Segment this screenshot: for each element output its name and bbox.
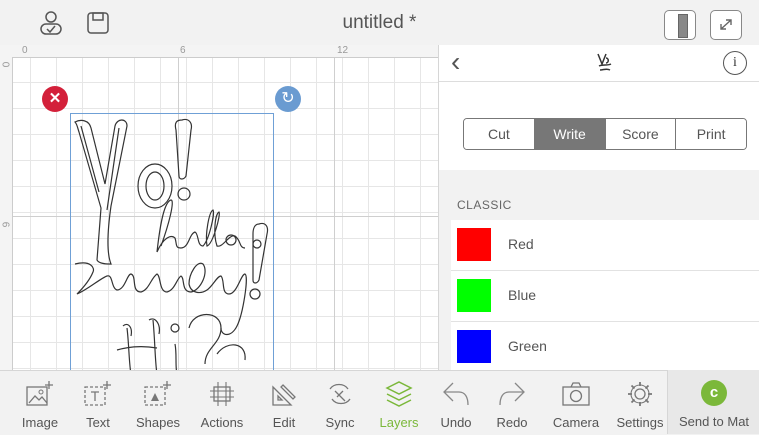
grid-major-line bbox=[334, 57, 335, 370]
pen-label: Red bbox=[508, 236, 534, 252]
operation-selector-area: Cut Write Score Print bbox=[439, 82, 759, 170]
operation-panel: ‹ i Cut Write Score Print CLASSIC Red Bl… bbox=[438, 45, 759, 373]
tab-score[interactable]: Score bbox=[604, 119, 676, 149]
ruler-label: 0 bbox=[22, 45, 28, 56]
shapes-add-icon bbox=[144, 381, 171, 406]
split-view-button[interactable] bbox=[664, 10, 696, 40]
edit-icon bbox=[272, 384, 296, 406]
undo-button[interactable]: Undo bbox=[438, 371, 474, 435]
layers-icon bbox=[385, 381, 413, 407]
rotate-button[interactable]: ↻ bbox=[275, 86, 301, 112]
panel-header: ‹ i bbox=[439, 45, 759, 82]
ruler-horizontal: 0 6 12 bbox=[0, 45, 438, 58]
toolbar-label: Shapes bbox=[135, 415, 181, 430]
pen-label: Blue bbox=[508, 287, 537, 303]
image-button[interactable]: Image bbox=[22, 371, 58, 435]
undo-icon bbox=[443, 382, 469, 406]
camera-icon bbox=[562, 382, 590, 406]
text-add-icon bbox=[84, 381, 111, 406]
ruler-label: 6 bbox=[180, 45, 186, 56]
redo-button[interactable]: Redo bbox=[494, 371, 530, 435]
operation-segmented-control: Cut Write Score Print bbox=[463, 118, 747, 150]
actions-button[interactable]: Actions bbox=[201, 371, 243, 435]
edit-button[interactable]: Edit bbox=[266, 371, 302, 435]
pen-item-red[interactable]: Red bbox=[451, 220, 759, 271]
back-button[interactable]: ‹ bbox=[451, 45, 460, 79]
design-canvas[interactable]: 0 6 12 0 6 ✕ ↻ bbox=[0, 45, 438, 370]
pen-item-blue[interactable]: Blue bbox=[451, 271, 759, 322]
pen-swatch bbox=[457, 228, 491, 261]
lettering-artwork[interactable] bbox=[71, 114, 273, 370]
toolbar-label: Layers bbox=[379, 415, 419, 430]
toolbar-label: Undo bbox=[440, 415, 472, 430]
expand-icon bbox=[720, 19, 732, 30]
tab-write[interactable]: Write bbox=[533, 119, 605, 149]
ruler-label: 6 bbox=[0, 221, 11, 228]
pen-swatch bbox=[457, 330, 491, 363]
selection-box[interactable] bbox=[70, 113, 274, 370]
ruler-label: 12 bbox=[337, 45, 349, 56]
sync-icon bbox=[329, 383, 351, 405]
chevron-left-icon: ‹ bbox=[451, 46, 461, 77]
toolbar-label: Edit bbox=[272, 415, 296, 430]
top-bar: untitled * bbox=[0, 0, 759, 46]
camera-button[interactable]: Camera bbox=[553, 371, 599, 435]
pen-label: Green bbox=[508, 338, 547, 354]
delete-button[interactable]: ✕ bbox=[42, 86, 68, 112]
sync-button[interactable]: Sync bbox=[322, 371, 358, 435]
close-icon: ✕ bbox=[48, 90, 62, 107]
text-button[interactable]: Text bbox=[80, 371, 116, 435]
toolbar-label: Redo bbox=[496, 415, 528, 430]
send-to-mat-label: Send to Mat bbox=[678, 414, 750, 429]
image-add-icon bbox=[26, 381, 53, 406]
layer-thumbnail-icon bbox=[597, 53, 612, 71]
toolbar-label: Camera bbox=[552, 415, 600, 430]
shapes-button[interactable]: Shapes bbox=[136, 371, 180, 435]
rotate-icon: ↻ bbox=[281, 90, 295, 107]
bottom-toolbar: Image Text Shapes Actions Edit Sync Laye… bbox=[0, 370, 759, 435]
toolbar-label: Actions bbox=[200, 415, 244, 430]
ruler-vertical: 0 6 bbox=[0, 57, 13, 370]
fullscreen-button[interactable] bbox=[710, 10, 742, 40]
toolbar-label: Image bbox=[21, 415, 59, 430]
pen-list: Red Blue Green bbox=[451, 220, 759, 373]
section-heading: CLASSIC bbox=[457, 198, 512, 212]
toolbar-label: Settings bbox=[616, 415, 664, 430]
settings-icon bbox=[628, 382, 652, 406]
info-button[interactable]: i bbox=[723, 51, 747, 75]
toolbar-label: Sync bbox=[325, 415, 355, 430]
settings-button[interactable]: Settings bbox=[617, 371, 663, 435]
document-title: untitled * bbox=[342, 12, 417, 33]
pen-item-green[interactable]: Green bbox=[451, 322, 759, 373]
actions-icon bbox=[210, 382, 234, 406]
tab-print[interactable]: Print bbox=[675, 119, 746, 149]
info-icon: i bbox=[733, 55, 737, 70]
cricut-logo-icon: c bbox=[701, 380, 727, 406]
ruler-label: 0 bbox=[0, 61, 11, 68]
layers-button[interactable]: Layers bbox=[379, 371, 419, 435]
tab-cut[interactable]: Cut bbox=[464, 119, 534, 149]
send-to-mat-button[interactable]: c Send to Mat bbox=[667, 370, 759, 434]
toolbar-label: Text bbox=[86, 415, 110, 430]
redo-icon bbox=[499, 382, 525, 406]
pen-swatch bbox=[457, 279, 491, 312]
